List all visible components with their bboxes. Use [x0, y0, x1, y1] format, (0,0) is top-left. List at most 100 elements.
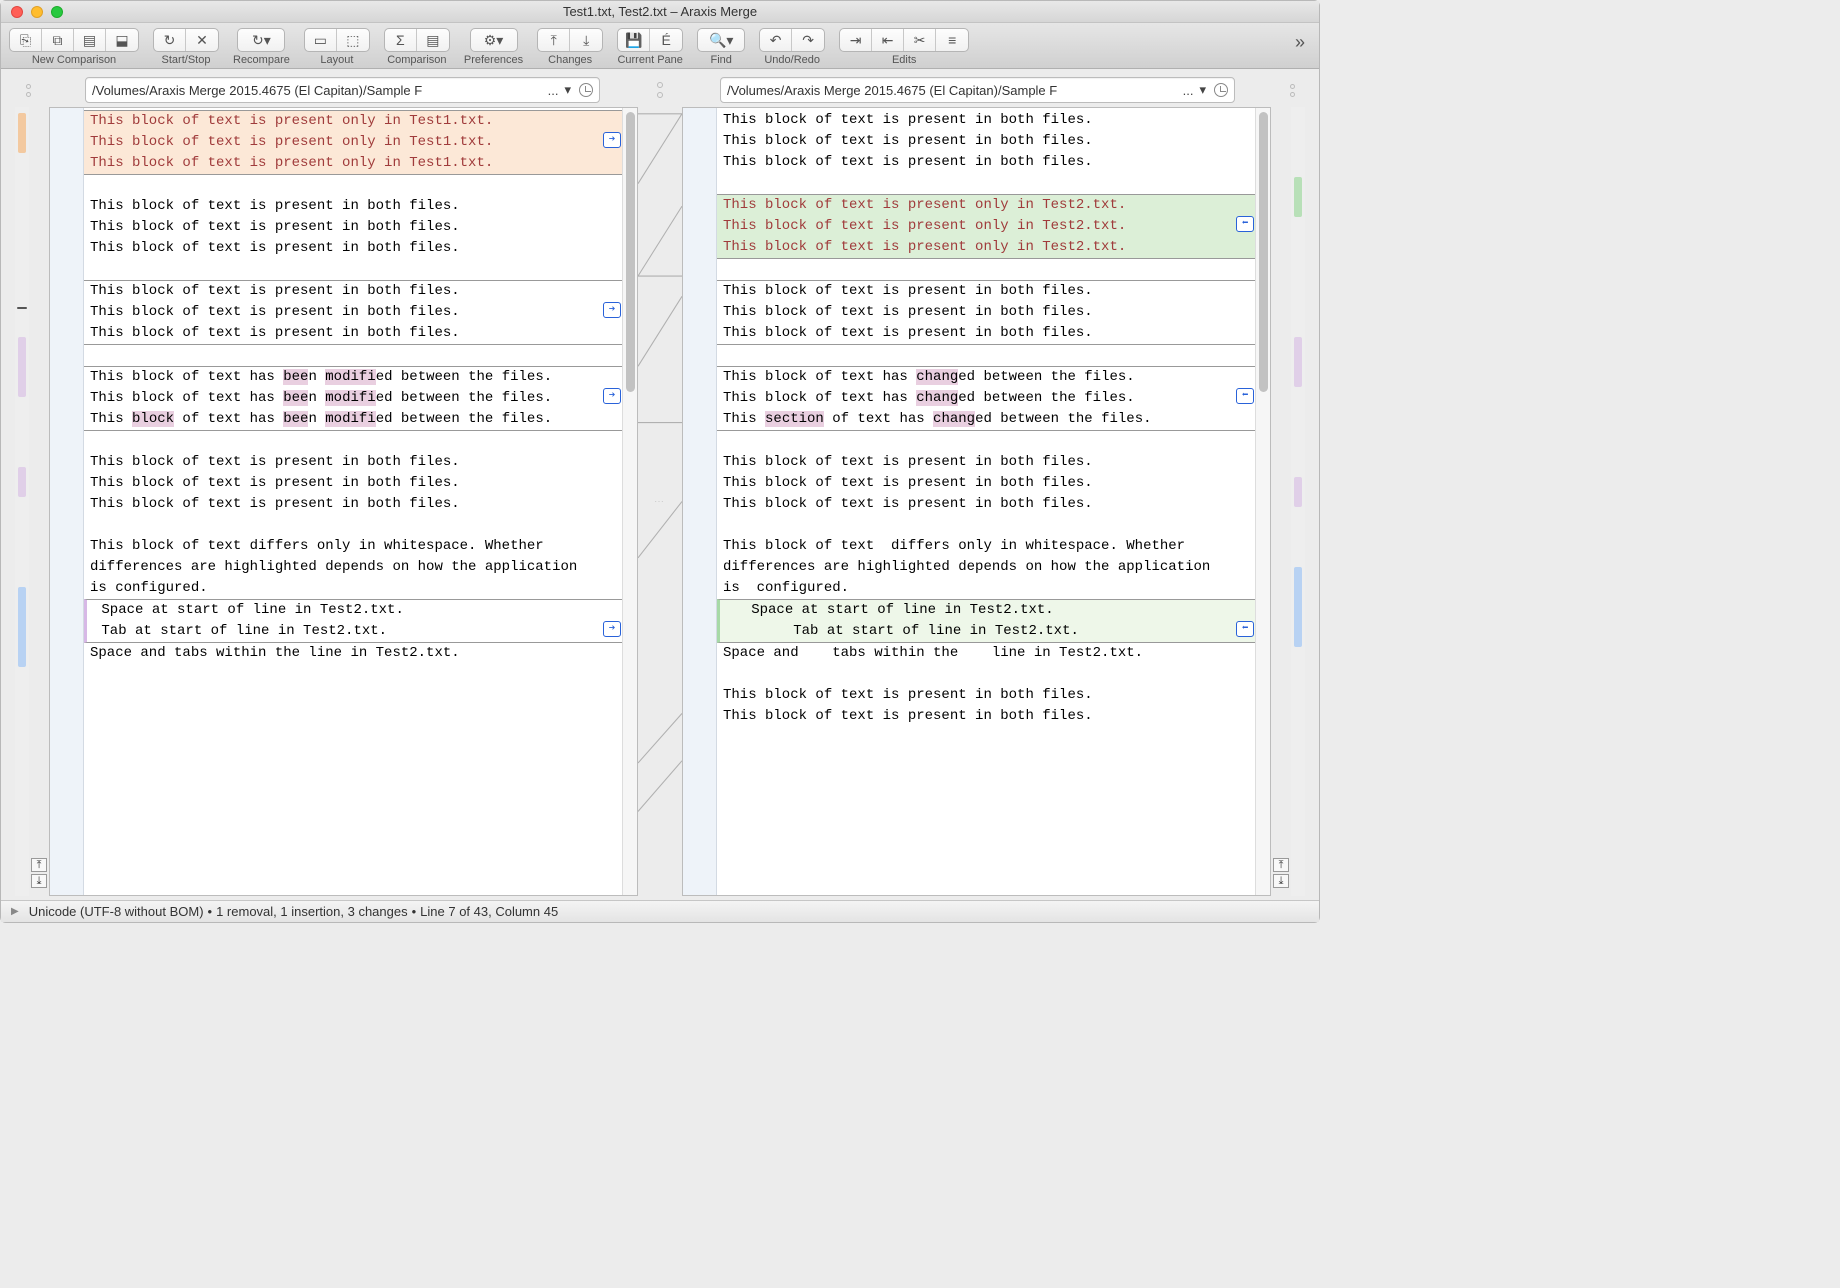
nav-first-button[interactable]: ⤒: [31, 858, 47, 872]
merge-right-button[interactable]: ➔: [603, 132, 621, 148]
text-line: [717, 345, 1255, 366]
stop-button[interactable]: ✕: [186, 29, 218, 51]
merge-right-button[interactable]: ➔: [603, 388, 621, 404]
left-text-area[interactable]: This block of text is present only in Te…: [84, 108, 622, 895]
history-icon[interactable]: [579, 83, 593, 97]
right-scrollbar[interactable]: [1255, 108, 1270, 895]
toolbar-group-undo-redo: ↶ ↷ Undo/Redo: [759, 28, 825, 66]
text-line: This block of text is present in both fi…: [84, 217, 622, 238]
comparison-area: ⤒ ⤓ This block of text is present only i…: [1, 107, 1319, 900]
text-line: [84, 515, 622, 536]
right-line-numbers: [683, 108, 717, 895]
layout-horizontal-button[interactable]: ▭: [305, 29, 337, 51]
start-button[interactable]: ↻: [154, 29, 186, 51]
text-line: This block of text has been modified bet…: [84, 388, 622, 409]
text-line: This block of text is present in both fi…: [84, 302, 622, 323]
right-text-area[interactable]: This block of text is present in both fi…: [717, 108, 1255, 895]
left-path-text: /Volumes/Araxis Merge 2015.4675 (El Capi…: [92, 83, 422, 98]
toolbar-group-recompare: ↻▾ Recompare: [233, 28, 290, 66]
edit-1-button[interactable]: ⇥: [840, 29, 872, 51]
text-line: This block of text is present in both fi…: [717, 280, 1255, 302]
recompare-button[interactable]: ↻▾: [238, 29, 284, 51]
text-line: [717, 173, 1255, 194]
path-dropdown-icon[interactable]: ▾: [560, 82, 575, 98]
new-text-compare-button[interactable]: ⎘: [10, 29, 42, 51]
center-grip-icon: [650, 82, 670, 98]
text-line: This block of text is present in both fi…: [717, 323, 1255, 345]
right-grip-icon: [1285, 84, 1299, 97]
nav-last-button[interactable]: ⤓: [31, 874, 47, 888]
edit-4-button[interactable]: ≡: [936, 29, 968, 51]
right-pane: This block of text is present in both fi…: [682, 107, 1271, 896]
text-line: This block of text is present in both fi…: [717, 473, 1255, 494]
new-image-compare-button[interactable]: ▤: [74, 29, 106, 51]
undo-button[interactable]: ↶: [760, 29, 792, 51]
toolbar-label: Start/Stop: [162, 54, 211, 66]
text-line: is configured.: [84, 578, 622, 599]
redo-button[interactable]: ↷: [792, 29, 824, 51]
next-change-button[interactable]: ⤓: [570, 29, 602, 51]
status-diff-summary: 1 removal, 1 insertion, 3 changes: [216, 904, 408, 919]
status-bar: ▶ Unicode (UTF-8 without BOM) • 1 remova…: [1, 900, 1319, 922]
toolbar: ⎘ ⧉ ▤ ⬓ New Comparison ↻ ✕ Start/Stop ↻▾…: [1, 23, 1319, 69]
toolbar-group-edits: ⇥ ⇤ ✂ ≡ Edits: [839, 28, 969, 66]
toolbar-label: Current Pane: [617, 54, 682, 66]
edit-2-button[interactable]: ⇤: [872, 29, 904, 51]
history-icon[interactable]: [1214, 83, 1228, 97]
merge-left-button[interactable]: ⬅: [1236, 388, 1254, 404]
new-binary-compare-button[interactable]: ⬓: [106, 29, 138, 51]
find-button[interactable]: 🔍▾: [698, 29, 744, 51]
nav-first-button[interactable]: ⤒: [1273, 858, 1289, 872]
text-line: This block of text is present only in Te…: [717, 237, 1255, 259]
prev-change-button[interactable]: ⤒: [538, 29, 570, 51]
path-dropdown-icon[interactable]: ▾: [1195, 82, 1210, 98]
left-scrollbar[interactable]: [622, 108, 637, 895]
right-file-path-input[interactable]: /Volumes/Araxis Merge 2015.4675 (El Capi…: [720, 77, 1235, 103]
text-line: This block of text is present in both fi…: [717, 131, 1255, 152]
toolbar-group-comparison: Σ ▤ Comparison: [384, 28, 450, 66]
merge-right-button[interactable]: ➔: [603, 302, 621, 318]
text-line: This block of text is present in both fi…: [717, 152, 1255, 173]
path-row: /Volumes/Araxis Merge 2015.4675 (El Capi…: [1, 69, 1319, 107]
toolbar-overflow-button[interactable]: »: [1289, 28, 1311, 57]
text-line: This block of text is present in both fi…: [84, 473, 622, 494]
comparison-report-button[interactable]: ▤: [417, 29, 449, 51]
text-line: [717, 431, 1255, 452]
text-line: This block of text is present in both fi…: [84, 280, 622, 302]
text-line: This block of text is present in both fi…: [717, 494, 1255, 515]
text-line: [84, 259, 622, 280]
text-line: This block of text is present only in Te…: [84, 132, 622, 153]
text-line: This section of text has changed between…: [717, 409, 1255, 431]
new-folder-compare-button[interactable]: ⧉: [42, 29, 74, 51]
merge-left-button[interactable]: ⬅: [1236, 621, 1254, 637]
edit-pane-button[interactable]: É: [650, 29, 682, 51]
text-line: This block of text differs only in white…: [84, 536, 622, 557]
nav-last-button[interactable]: ⤓: [1273, 874, 1289, 888]
text-line: differences are highlighted depends on h…: [717, 557, 1255, 578]
left-nav-arrows: ⤒ ⤓: [29, 107, 49, 896]
text-line: This block of text is present in both fi…: [717, 302, 1255, 323]
center-handle-icon[interactable]: ⋯: [654, 496, 666, 507]
edit-3-button[interactable]: ✂: [904, 29, 936, 51]
text-line: This block of text differs only in white…: [717, 536, 1255, 557]
text-line: [717, 664, 1255, 685]
toolbar-label: New Comparison: [32, 54, 116, 66]
link-lines-area: ⋯: [638, 107, 682, 896]
toolbar-group-changes: ⤒ ⤓ Changes: [537, 28, 603, 66]
toolbar-label: Edits: [892, 54, 916, 66]
layout-vertical-button[interactable]: ⬚: [337, 29, 369, 51]
merge-right-button[interactable]: ➔: [603, 621, 621, 637]
left-file-path-input[interactable]: /Volumes/Araxis Merge 2015.4675 (El Capi…: [85, 77, 600, 103]
text-line: This block of text is present only in Te…: [84, 153, 622, 175]
preferences-button[interactable]: ⚙▾: [471, 29, 517, 51]
text-line: is configured.: [717, 578, 1255, 599]
status-disclosure-icon[interactable]: ▶: [11, 906, 19, 917]
left-overview-gutter[interactable]: [15, 107, 29, 896]
save-pane-button[interactable]: 💾: [618, 29, 650, 51]
text-line: This block of text is present in both fi…: [717, 685, 1255, 706]
text-line: Space and tabs within the line in Test2.…: [84, 643, 622, 664]
merge-left-button[interactable]: ⬅: [1236, 216, 1254, 232]
text-line: This block of text is present only in Te…: [717, 216, 1255, 237]
comparison-summary-button[interactable]: Σ: [385, 29, 417, 51]
right-overview-gutter[interactable]: [1291, 107, 1305, 896]
